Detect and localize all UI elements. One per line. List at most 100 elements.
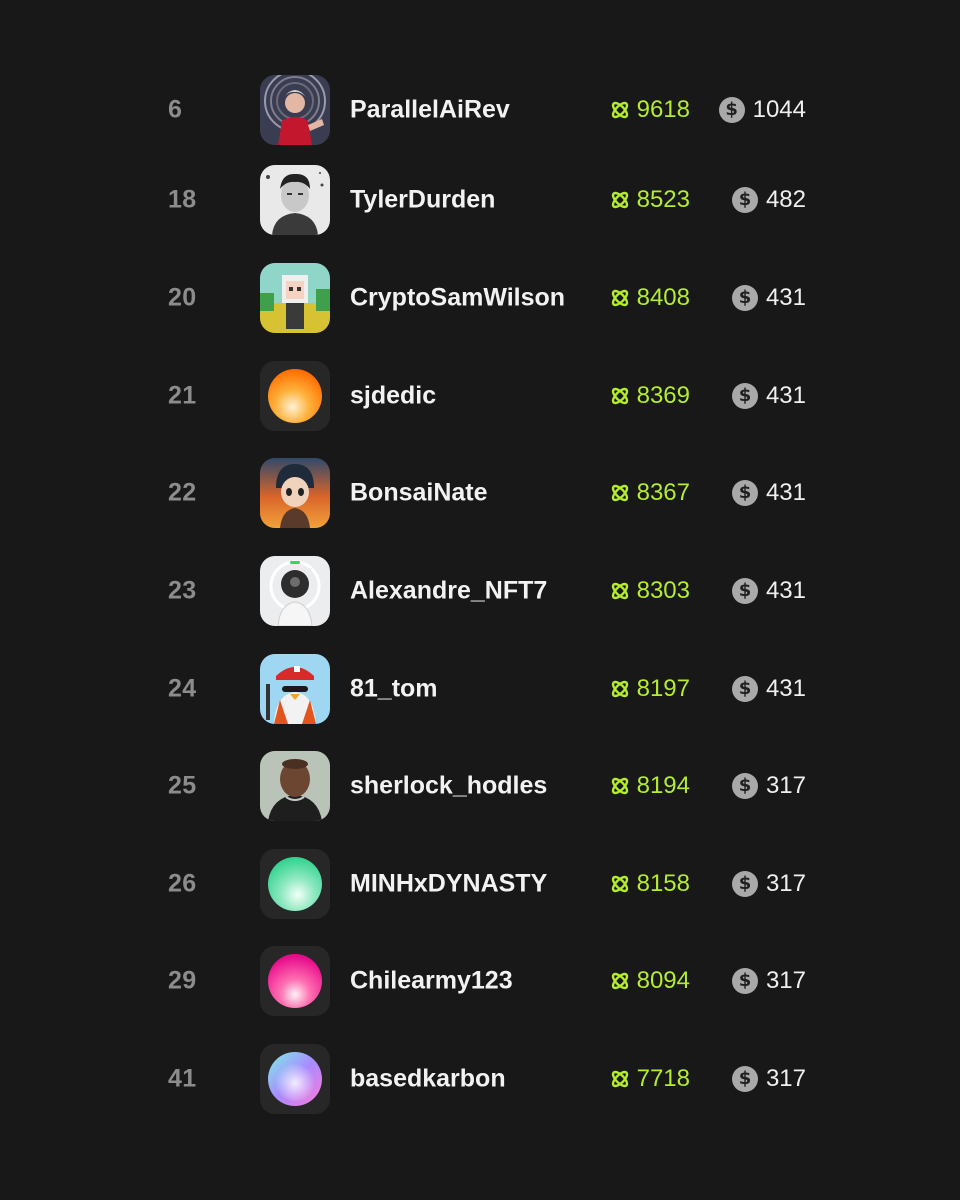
username[interactable]: sherlock_hodles bbox=[350, 772, 547, 801]
user-avatar[interactable] bbox=[260, 556, 330, 626]
dollar-coin-icon: $ bbox=[731, 285, 758, 311]
atom-icon bbox=[611, 289, 628, 307]
points-text: 8303 bbox=[636, 577, 690, 604]
username[interactable]: ParallelAiRev bbox=[350, 96, 510, 125]
username[interactable]: MINHxDYNASTY bbox=[350, 870, 547, 899]
atom-icon bbox=[611, 680, 628, 698]
leaderboard-list: 6 ParallelAiRev 9618 $ 1044 18 TylerDurd… bbox=[0, 0, 960, 1200]
leaderboard-row[interactable]: 26 MINHxDYNASTY 8158 $ 317 bbox=[0, 849, 960, 919]
points-text: 8197 bbox=[636, 675, 690, 702]
user-avatar[interactable] bbox=[260, 361, 330, 431]
leaderboard-row[interactable]: 20 CryptoSamWilson 8408 $ 431 bbox=[0, 263, 960, 333]
dollar-coin-icon: $ bbox=[731, 773, 758, 799]
coins-text: 317 bbox=[765, 967, 806, 994]
username[interactable]: Chilearmy123 bbox=[350, 967, 513, 996]
coins-value: $ 431 bbox=[731, 577, 806, 605]
dollar-coin-icon: $ bbox=[731, 187, 758, 213]
points-text: 8094 bbox=[636, 967, 690, 994]
coins-value: $ 431 bbox=[731, 479, 806, 507]
leaderboard-row[interactable]: 22 BonsaiNate 8367 $ 431 bbox=[0, 458, 960, 528]
coins-text: 431 bbox=[765, 284, 806, 311]
rank-number: 20 bbox=[168, 283, 197, 312]
rank-number: 25 bbox=[168, 771, 197, 800]
leaderboard-row[interactable]: 6 ParallelAiRev 9618 $ 1044 bbox=[0, 75, 960, 145]
username[interactable]: 81_tom bbox=[350, 675, 438, 704]
points-value: 8094 bbox=[609, 967, 690, 995]
dollar-coin-icon: $ bbox=[731, 1066, 758, 1092]
points-text: 9618 bbox=[636, 96, 690, 123]
dollar-coin-icon: $ bbox=[731, 676, 758, 702]
coins-value: $ 1044 bbox=[718, 96, 806, 124]
coins-text: 431 bbox=[765, 675, 806, 702]
leaderboard-row[interactable]: 29 Chilearmy123 8094 $ 317 bbox=[0, 946, 960, 1016]
user-avatar[interactable] bbox=[260, 849, 330, 919]
coins-text: 317 bbox=[765, 1065, 806, 1092]
leaderboard-row[interactable]: 23 Alexandre_NFT7 8303 $ 431 bbox=[0, 556, 960, 626]
atom-icon bbox=[611, 1070, 628, 1088]
leaderboard-row[interactable]: 24 81_tom 8197 $ 431 bbox=[0, 654, 960, 724]
username[interactable]: CryptoSamWilson bbox=[350, 284, 565, 313]
atom-icon bbox=[611, 387, 628, 405]
points-text: 8523 bbox=[636, 186, 690, 213]
coins-value: $ 317 bbox=[731, 967, 806, 995]
points-text: 8408 bbox=[636, 284, 690, 311]
dollar-coin-icon: $ bbox=[731, 480, 758, 506]
coins-text: 431 bbox=[765, 479, 806, 506]
user-avatar[interactable] bbox=[260, 1044, 330, 1114]
username[interactable]: BonsaiNate bbox=[350, 479, 488, 508]
coins-value: $ 317 bbox=[731, 1065, 806, 1093]
points-value: 7718 bbox=[609, 1065, 690, 1093]
dollar-coin-icon: $ bbox=[718, 97, 745, 123]
leaderboard-row[interactable]: 41 basedkarbon 7718 $ 317 bbox=[0, 1044, 960, 1114]
coins-text: 482 bbox=[765, 186, 806, 213]
coins-value: $ 431 bbox=[731, 382, 806, 410]
leaderboard-row[interactable]: 18 TylerDurden 8523 $ 482 bbox=[0, 165, 960, 235]
coins-value: $ 317 bbox=[731, 772, 806, 800]
coins-text: 431 bbox=[765, 382, 806, 409]
dollar-coin-icon: $ bbox=[731, 968, 758, 994]
user-avatar[interactable] bbox=[260, 458, 330, 528]
points-value: 8408 bbox=[609, 284, 690, 312]
rank-number: 21 bbox=[168, 381, 197, 410]
points-value: 9618 bbox=[609, 96, 690, 124]
user-avatar[interactable] bbox=[260, 263, 330, 333]
points-text: 8367 bbox=[636, 479, 690, 506]
user-avatar[interactable] bbox=[260, 75, 330, 145]
points-value: 8303 bbox=[609, 577, 690, 605]
username[interactable]: basedkarbon bbox=[350, 1065, 506, 1094]
atom-icon bbox=[611, 484, 628, 502]
points-value: 8367 bbox=[609, 479, 690, 507]
dollar-coin-icon: $ bbox=[731, 578, 758, 604]
points-text: 8158 bbox=[636, 870, 690, 897]
coins-value: $ 431 bbox=[731, 284, 806, 312]
points-text: 8194 bbox=[636, 772, 690, 799]
atom-icon bbox=[611, 972, 628, 990]
points-value: 8197 bbox=[609, 675, 690, 703]
rank-number: 24 bbox=[168, 674, 197, 703]
username[interactable]: TylerDurden bbox=[350, 186, 495, 215]
atom-icon bbox=[611, 777, 628, 795]
rank-number: 6 bbox=[168, 95, 183, 124]
user-avatar[interactable] bbox=[260, 946, 330, 1016]
coins-text: 317 bbox=[765, 870, 806, 897]
rank-number: 23 bbox=[168, 576, 197, 605]
coins-text: 317 bbox=[765, 772, 806, 799]
coins-value: $ 482 bbox=[731, 186, 806, 214]
coins-value: $ 317 bbox=[731, 870, 806, 898]
points-value: 8158 bbox=[609, 870, 690, 898]
coins-text: 431 bbox=[765, 577, 806, 604]
rank-number: 29 bbox=[168, 966, 197, 995]
points-text: 8369 bbox=[636, 382, 690, 409]
username[interactable]: sjdedic bbox=[350, 382, 436, 411]
rank-number: 41 bbox=[168, 1064, 197, 1093]
points-value: 8194 bbox=[609, 772, 690, 800]
leaderboard-row[interactable]: 25 sherlock_hodles 8194 $ 317 bbox=[0, 751, 960, 821]
rank-number: 18 bbox=[168, 185, 197, 214]
user-avatar[interactable] bbox=[260, 654, 330, 724]
atom-icon bbox=[611, 875, 628, 893]
dollar-coin-icon: $ bbox=[731, 871, 758, 897]
username[interactable]: Alexandre_NFT7 bbox=[350, 577, 547, 606]
user-avatar[interactable] bbox=[260, 165, 330, 235]
user-avatar[interactable] bbox=[260, 751, 330, 821]
leaderboard-row[interactable]: 21 sjdedic 8369 $ 431 bbox=[0, 361, 960, 431]
